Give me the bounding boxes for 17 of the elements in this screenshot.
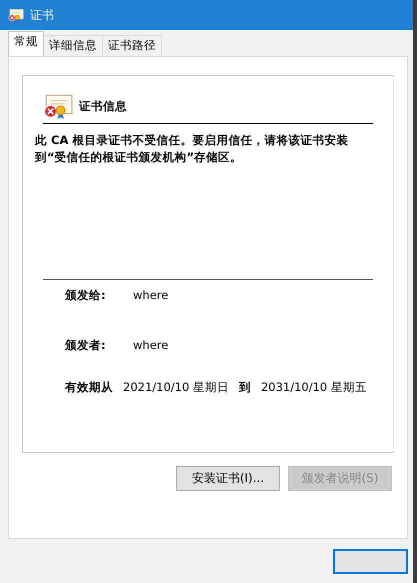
field-value: where <box>133 338 168 354</box>
certificate-error-icon <box>43 93 73 119</box>
install-certificate-button[interactable]: 安装证书(I)... <box>176 466 280 491</box>
tab[interactable]: 常规 <box>8 31 44 56</box>
validity-to-label: 到 <box>238 380 251 395</box>
warning-message: 此 CA 根目录证书不受信任。要启用信任，请将该证书安装到“受信任的根证书颁发机构”存储区。 <box>35 132 350 166</box>
window-title: 证书 <box>30 6 54 24</box>
validity-label: 有效期从 <box>65 380 113 395</box>
ok-button[interactable] <box>333 549 408 574</box>
certificate-icon <box>8 8 24 22</box>
section-heading: 证书信息 <box>79 98 127 114</box>
field-label: 颁发给: <box>65 288 107 304</box>
valid-from-date: 2021/10/10 星期日 <box>123 380 229 395</box>
valid-to-date: 2031/10/10 星期五 <box>260 380 367 395</box>
tab[interactable]: 证书路径 <box>102 35 162 56</box>
field-label: 颁发者: <box>65 338 107 354</box>
field-value: where <box>133 288 168 304</box>
